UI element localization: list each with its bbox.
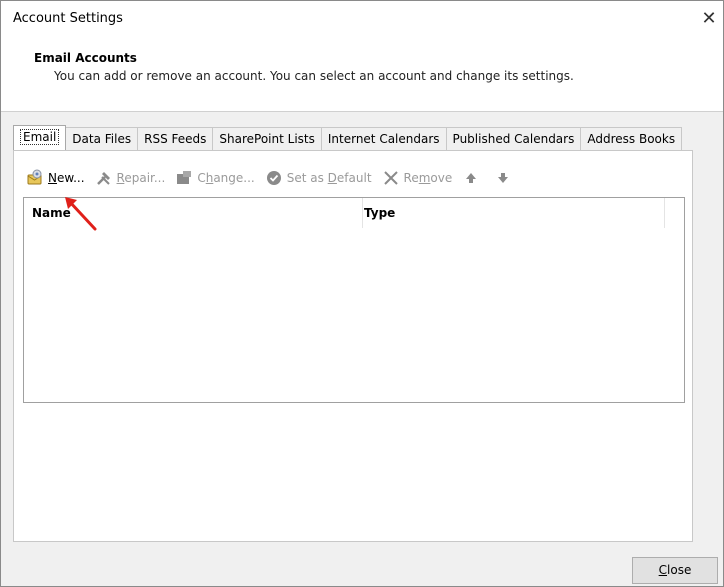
set-as-default-button[interactable]: Set as Default <box>265 169 372 187</box>
arrow-up-icon <box>462 169 480 187</box>
remove-x-icon <box>382 169 400 187</box>
account-settings-window: Account Settings ✕ Email Accounts You ca… <box>0 0 724 587</box>
tab-strip: Email Data Files RSS Feeds SharePoint Li… <box>13 125 683 151</box>
arrow-down-icon <box>494 169 512 187</box>
title-bar: Account Settings ✕ <box>1 1 723 41</box>
window-title: Account Settings <box>13 11 123 26</box>
tab-data-files[interactable]: Data Files <box>65 127 139 150</box>
new-button-label: New... <box>48 171 85 185</box>
move-up-button[interactable] <box>462 169 484 187</box>
tab-email[interactable]: Email <box>13 125 67 150</box>
change-button-label: Change... <box>197 171 255 185</box>
remove-button[interactable]: Remove <box>382 169 453 187</box>
set-as-default-label: Set as Default <box>286 171 372 185</box>
header-title: Email Accounts <box>34 51 137 65</box>
change-account-icon <box>175 169 193 187</box>
red-annotation-arrow-icon <box>65 197 97 231</box>
new-account-icon <box>26 169 44 187</box>
tab-published-calendars[interactable]: Published Calendars <box>445 127 582 150</box>
close-button[interactable]: Close <box>632 557 718 584</box>
accounts-list[interactable]: Name Type <box>23 197 685 403</box>
repair-tools-icon <box>95 169 113 187</box>
tab-sharepoint-lists[interactable]: SharePoint Lists <box>212 127 322 150</box>
tab-email-label: Email <box>20 129 60 145</box>
column-header-type[interactable]: Type <box>364 198 665 228</box>
header-description: You can add or remove an account. You ca… <box>54 69 574 83</box>
remove-button-label: Remove <box>403 171 453 185</box>
repair-button[interactable]: Repair... <box>95 169 166 187</box>
checkmark-circle-icon <box>265 169 283 187</box>
new-button[interactable]: New... <box>26 169 85 187</box>
tab-address-books[interactable]: Address Books <box>580 127 683 150</box>
email-tab-panel: New... Repair... Change... Set as Defaul… <box>13 150 693 542</box>
tab-rss-feeds[interactable]: RSS Feeds <box>137 127 214 150</box>
change-button[interactable]: Change... <box>175 169 255 187</box>
tab-internet-calendars[interactable]: Internet Calendars <box>320 127 447 150</box>
header-section: Email Accounts You can add or remove an … <box>1 41 723 112</box>
close-window-icon[interactable]: ✕ <box>697 7 721 31</box>
repair-button-label: Repair... <box>116 171 166 185</box>
move-down-button[interactable] <box>494 169 516 187</box>
toolbar: New... Repair... Change... Set as Defaul… <box>26 167 526 189</box>
